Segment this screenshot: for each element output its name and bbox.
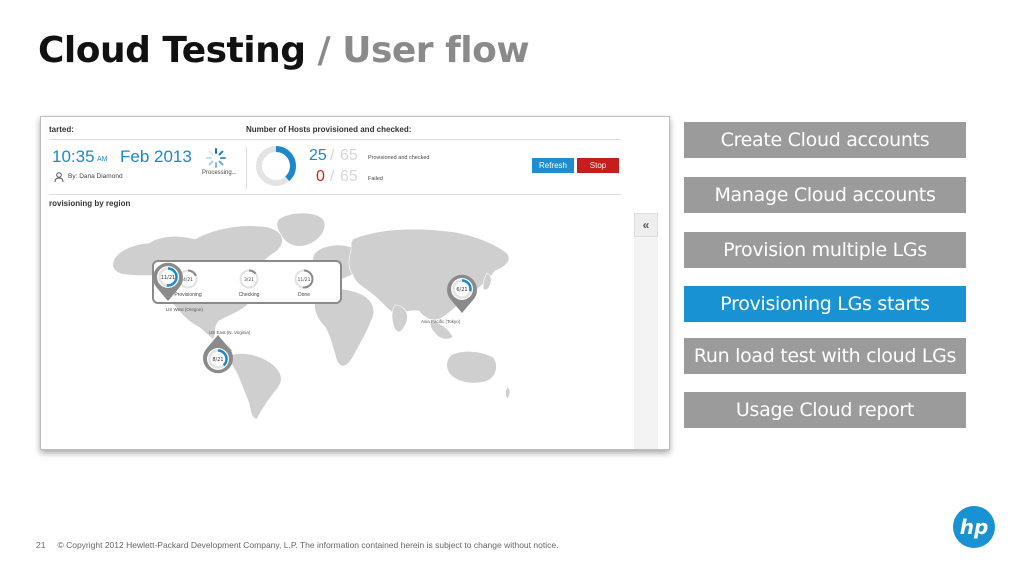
start-ampm: AM — [97, 156, 108, 163]
map-australia — [446, 351, 497, 384]
page-number: 21 — [36, 540, 46, 550]
map-pin-us-west[interactable]: 11/21 — [152, 262, 184, 302]
failed-total: 65 — [340, 168, 358, 185]
hosts-label: Number of Hosts provisioned and checked: — [246, 125, 412, 134]
stage-ring-checking: 3/21 — [239, 269, 259, 289]
step-provision-multiple-lgs[interactable]: Provision multiple LGs — [684, 232, 966, 268]
collapse-panel-button[interactable]: « — [634, 213, 658, 237]
stop-button[interactable]: Stop — [577, 158, 619, 173]
header-divider — [49, 139, 621, 140]
map-greenland — [276, 212, 326, 247]
map-south-america — [230, 353, 282, 420]
pin-value: 8/21 — [212, 357, 223, 363]
provisioned-label: Provisioned and checked — [368, 155, 430, 161]
region-divider — [49, 194, 621, 195]
started-by: By: Dana Diamond — [68, 173, 123, 180]
stage-label: Checking — [238, 292, 260, 298]
pin-label-us-west: US West (Oregon) — [166, 307, 203, 312]
pin-label-tokyo: Asia Pacific (Tokyo) — [421, 319, 461, 324]
step-usage-cloud-report[interactable]: Usage Cloud report — [684, 392, 966, 428]
step-manage-cloud-accounts[interactable]: Manage Cloud accounts — [684, 177, 966, 213]
footer: 21 © Copyright 2012 Hewlett-Packard Devel… — [36, 540, 558, 550]
stage-ring-done: 11/21 — [294, 269, 314, 289]
stage-ring-value: 4/21 — [183, 277, 193, 283]
side-panel-strip — [634, 237, 658, 449]
hp-logo: hp — [953, 506, 995, 548]
failed-label: Failed — [368, 176, 383, 182]
pin-value: 11/21 — [161, 275, 175, 281]
stage-ring-value: 3/21 — [244, 277, 254, 283]
provisioned-separator: / — [330, 147, 335, 164]
spinner-icon — [206, 148, 226, 168]
map-pin-us-east[interactable]: 8/21 — [202, 334, 234, 374]
copyright-notice: © Copyright 2012 Hewlett-Packard Develop… — [57, 540, 559, 550]
provisioned-total: 65 — [340, 147, 358, 164]
stage-ring-value: 11/21 — [298, 277, 311, 283]
status-divider — [246, 147, 247, 189]
title-separator: / — [305, 30, 343, 71]
stage-label: Done — [298, 292, 310, 298]
refresh-button[interactable]: Refresh — [532, 158, 574, 173]
provisioning-screenshot: tarted: Number of Hosts provisioned and … — [40, 116, 670, 450]
provisioned-count: 25 — [309, 147, 327, 164]
pin-label-us-east: US East (N. Virginia) — [209, 330, 251, 335]
stage-done: 11/21 Done — [290, 268, 318, 298]
processing-label: Processing... — [202, 170, 237, 176]
stage-checking: 3/21 Checking — [235, 268, 263, 298]
pin-value: 6/21 — [456, 287, 467, 293]
start-time: 10:35 — [52, 147, 95, 166]
started-label: tarted: — [49, 125, 74, 134]
step-run-load-test[interactable]: Run load test with cloud LGs — [684, 338, 966, 374]
start-date: Feb 2013 — [120, 147, 192, 166]
title-main: Cloud Testing — [38, 30, 306, 71]
hp-logo-text: hp — [960, 515, 989, 539]
slide-title: Cloud Testing / User flow — [38, 30, 530, 71]
step-create-cloud-accounts[interactable]: Create Cloud accounts — [684, 122, 966, 158]
map-new-zealand — [505, 386, 511, 400]
step-provisioning-lgs-starts[interactable]: Provisioning LGs starts — [684, 286, 966, 322]
map-pin-tokyo[interactable]: 6/21 — [446, 274, 478, 314]
user-icon — [54, 172, 64, 182]
provision-donut — [256, 146, 296, 186]
failed-count: 0 — [316, 168, 325, 185]
title-sub: User flow — [342, 30, 530, 71]
failed-separator: / — [330, 168, 335, 185]
